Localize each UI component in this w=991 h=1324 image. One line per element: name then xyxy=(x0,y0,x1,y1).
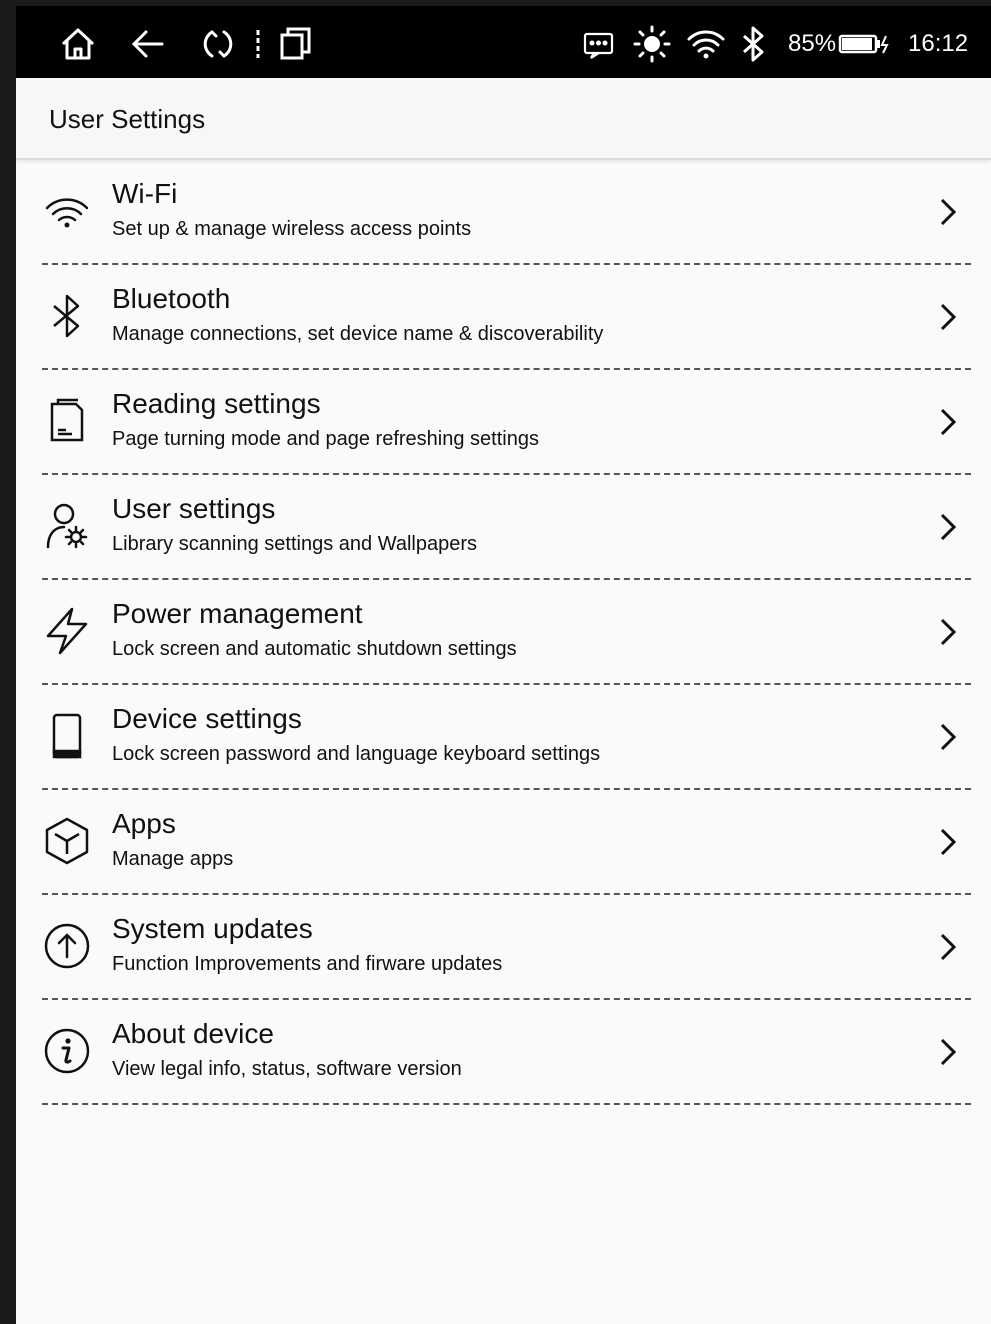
clock: 16:12 xyxy=(908,30,969,57)
chevron-right-icon xyxy=(937,509,959,545)
app-header: User Settings xyxy=(16,78,991,160)
lightning-icon xyxy=(42,606,92,656)
cube-icon xyxy=(42,816,92,866)
settings-item-updates[interactable]: System updates Function Improvements and… xyxy=(16,895,991,1000)
wifi-status-icon xyxy=(686,24,726,64)
arrow-up-circle-icon xyxy=(42,921,92,971)
battery-charging-icon xyxy=(838,24,890,64)
chevron-right-icon xyxy=(937,1034,959,1070)
item-subtitle: Manage apps xyxy=(112,848,234,870)
item-subtitle: Function Improvements and firware update… xyxy=(112,953,503,975)
item-title: Reading settings xyxy=(112,388,321,419)
home-icon[interactable] xyxy=(58,24,98,64)
item-subtitle: Page turning mode and page refreshing se… xyxy=(112,428,539,450)
item-subtitle: Library scanning settings and Wallpapers xyxy=(112,533,478,555)
user-gear-icon xyxy=(42,501,92,551)
message-icon xyxy=(582,24,616,64)
item-title: System updates xyxy=(112,913,313,944)
settings-item-reading[interactable]: Reading settings Page turning mode and p… xyxy=(16,370,991,475)
item-title: Device settings xyxy=(112,703,302,734)
wifi-icon xyxy=(42,186,92,236)
item-subtitle: Lock screen and automatic shutdown setti… xyxy=(112,638,517,660)
document-icon xyxy=(42,396,92,446)
refresh-icon[interactable] xyxy=(198,24,238,64)
chevron-right-icon xyxy=(937,824,959,860)
chevron-right-icon xyxy=(937,929,959,965)
chevron-right-icon xyxy=(937,614,959,650)
chevron-right-icon xyxy=(937,299,959,335)
settings-item-device[interactable]: Device settings Lock screen password and… xyxy=(16,685,991,790)
bluetooth-icon xyxy=(42,291,92,341)
divider xyxy=(42,1103,971,1105)
tablet-icon xyxy=(42,711,92,761)
settings-item-user[interactable]: User settings Library scanning settings … xyxy=(16,475,991,580)
bluetooth-status-icon xyxy=(738,24,770,64)
item-title: Bluetooth xyxy=(112,283,231,314)
battery-percentage: 85% xyxy=(788,30,837,57)
separator-icon xyxy=(248,24,268,64)
settings-item-wifi[interactable]: Wi-Fi Set up & manage wireless access po… xyxy=(16,160,991,265)
recent-apps-icon[interactable] xyxy=(276,24,316,64)
info-circle-icon xyxy=(42,1026,92,1076)
item-title: Wi-Fi xyxy=(112,178,178,209)
item-title: User settings xyxy=(112,493,276,524)
status-bar: 85% 16:12 xyxy=(16,6,991,78)
settings-item-power[interactable]: Power management Lock screen and automat… xyxy=(16,580,991,685)
item-subtitle: Set up & manage wireless access points xyxy=(112,218,472,240)
chevron-right-icon xyxy=(937,404,959,440)
back-arrow-icon[interactable] xyxy=(128,24,168,64)
item-title: About device xyxy=(112,1018,274,1049)
item-title: Apps xyxy=(112,808,176,839)
settings-item-apps[interactable]: Apps Manage apps xyxy=(16,790,991,895)
item-subtitle: Manage connections, set device name & di… xyxy=(112,323,604,345)
chevron-right-icon xyxy=(937,194,959,230)
item-subtitle: Lock screen password and language keyboa… xyxy=(112,743,601,765)
page-title: User Settings xyxy=(49,104,206,134)
settings-item-bluetooth[interactable]: Bluetooth Manage connections, set device… xyxy=(16,265,991,370)
settings-item-about[interactable]: About device View legal info, status, so… xyxy=(16,1000,991,1105)
item-subtitle: View legal info, status, software versio… xyxy=(112,1058,462,1080)
chevron-right-icon xyxy=(937,719,959,755)
item-title: Power management xyxy=(112,598,363,629)
brightness-icon[interactable] xyxy=(632,24,672,64)
